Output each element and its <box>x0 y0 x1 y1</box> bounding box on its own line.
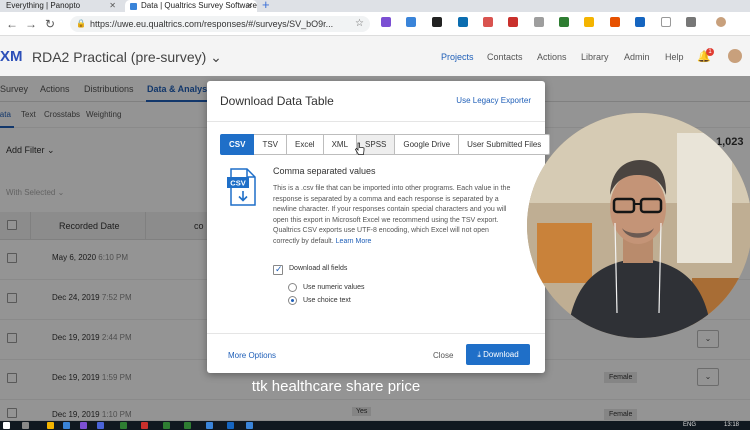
format-tab-excel[interactable]: Excel <box>287 134 324 155</box>
url-text: https://uwe.eu.qualtrics.com/responses/#… <box>90 19 334 29</box>
extension-icon[interactable] <box>432 17 442 27</box>
close-icon[interactable]: ✕ <box>109 0 116 12</box>
profile-avatar-icon[interactable] <box>716 17 726 27</box>
browser-tab-panopto[interactable]: Everything | Panopto ✕ <box>0 0 120 12</box>
webcam-overlay <box>527 113 750 338</box>
download-button[interactable]: ⤓ Download <box>466 344 530 365</box>
extension-excel-icon[interactable] <box>559 17 569 27</box>
new-tab-icon[interactable]: + <box>262 0 270 12</box>
excel-icon[interactable] <box>163 422 170 429</box>
notification-badge: 1 <box>706 48 714 56</box>
edge-icon[interactable] <box>206 422 213 429</box>
file-icon-label: CSV <box>230 179 245 188</box>
app-header: XM RDA2 Practical (pre-survey) ⌄ Project… <box>0 36 750 76</box>
extension-onenote-icon[interactable] <box>381 17 391 27</box>
extension-icon[interactable] <box>508 17 518 27</box>
csv-file-icon: CSV <box>227 168 256 206</box>
chevron-down-icon: ⌄ <box>210 49 222 65</box>
legacy-exporter-link[interactable]: Use Legacy Exporter <box>456 96 531 105</box>
search-icon[interactable] <box>22 422 29 429</box>
close-icon[interactable]: ✕ <box>246 0 253 12</box>
taskbar-app-icon[interactable] <box>63 422 70 429</box>
more-options-link[interactable]: More Options <box>228 351 276 360</box>
choice-text-radio[interactable] <box>288 296 297 305</box>
teams-icon[interactable] <box>97 422 104 429</box>
reload-icon[interactable]: ↻ <box>45 16 55 32</box>
windows-taskbar: ENG 13:18 <box>0 421 750 430</box>
format-tabs: CSV TSV Excel XML SPSS Google Drive User… <box>220 134 551 155</box>
extension-icon[interactable] <box>661 17 671 27</box>
extension-drive-icon[interactable] <box>584 17 594 27</box>
address-bar[interactable]: 🔒 https://uwe.eu.qualtrics.com/responses… <box>70 16 370 32</box>
format-tab-csv[interactable]: CSV <box>220 134 255 155</box>
taskbar-app-icon[interactable] <box>246 422 253 429</box>
download-data-dialog: Download Data Table Use Legacy Exporter … <box>207 81 551 373</box>
extension-icon[interactable] <box>534 17 544 27</box>
download-all-fields-label: Download all fields <box>289 265 348 272</box>
lock-icon: 🔒 <box>76 19 86 28</box>
video-caption: ttk healthcare share price <box>251 378 421 395</box>
checkmark-icon: ✓ <box>275 264 283 274</box>
nav-contacts[interactable]: Contacts <box>487 52 523 62</box>
download-all-fields-checkbox[interactable]: ✓ <box>273 264 283 275</box>
taskbar-app-icon[interactable] <box>80 422 87 429</box>
project-title[interactable]: RDA2 Practical (pre-survey) ⌄ <box>32 49 222 66</box>
taskbar-app-icon[interactable] <box>184 422 191 429</box>
input-language[interactable]: ENG <box>683 421 696 430</box>
back-icon[interactable]: ← <box>6 16 18 32</box>
download-icon: ⤓ <box>477 350 481 359</box>
presenter-video <box>527 113 750 338</box>
tab-label: Everything | Panopto <box>6 1 81 10</box>
divider <box>207 121 545 122</box>
extension-icon[interactable] <box>406 17 416 27</box>
taskbar-app-icon[interactable] <box>120 422 127 429</box>
format-tab-xml[interactable]: XML <box>323 134 358 155</box>
nav-help[interactable]: Help <box>665 52 684 62</box>
taskbar-app-icon[interactable] <box>141 422 148 429</box>
file-explorer-icon[interactable] <box>47 422 54 429</box>
browser-tab-bar: Everything | Panopto ✕ Data | Qualtrics … <box>0 0 750 12</box>
choice-text-label: Use choice text <box>303 297 351 304</box>
forward-icon[interactable]: → <box>25 16 37 32</box>
word-icon[interactable] <box>227 422 234 429</box>
format-tab-tsv[interactable]: TSV <box>254 134 288 155</box>
divider <box>207 333 545 334</box>
extension-linkedin-icon[interactable] <box>458 17 468 27</box>
qualtrics-favicon-icon <box>130 3 137 10</box>
avatar[interactable] <box>728 49 742 63</box>
format-tab-google-drive[interactable]: Google Drive <box>395 134 460 155</box>
numeric-values-radio[interactable] <box>288 283 297 292</box>
extension-icon[interactable] <box>483 17 493 27</box>
xm-logo[interactable]: XM <box>0 48 23 65</box>
star-icon[interactable]: ☆ <box>355 18 364 30</box>
browser-tab-qualtrics[interactable]: Data | Qualtrics Survey Software ✕ <box>125 0 257 12</box>
extensions-icon[interactable] <box>686 17 696 27</box>
learn-more-link[interactable]: Learn More <box>336 238 372 245</box>
windows-start-icon[interactable] <box>3 422 10 429</box>
tab-label: Data | Qualtrics Survey Software <box>141 1 257 10</box>
format-description: This is a .csv file that can be imported… <box>273 185 511 245</box>
close-button[interactable]: Close <box>433 351 453 360</box>
system-clock[interactable]: 13:18 <box>724 421 739 430</box>
nav-projects[interactable]: Projects <box>441 52 474 62</box>
format-tab-user-submitted-files[interactable]: User Submitted Files <box>459 134 551 155</box>
numeric-values-label: Use numeric values <box>303 284 365 291</box>
dialog-title: Download Data Table <box>220 94 334 108</box>
nav-admin[interactable]: Admin <box>624 52 650 62</box>
nav-library[interactable]: Library <box>581 52 609 62</box>
format-section-title: Comma separated values <box>273 166 376 176</box>
extension-word-icon[interactable] <box>635 17 645 27</box>
hand-cursor-icon <box>355 142 365 155</box>
nav-actions[interactable]: Actions <box>537 52 567 62</box>
extension-office-icon[interactable] <box>610 17 620 27</box>
